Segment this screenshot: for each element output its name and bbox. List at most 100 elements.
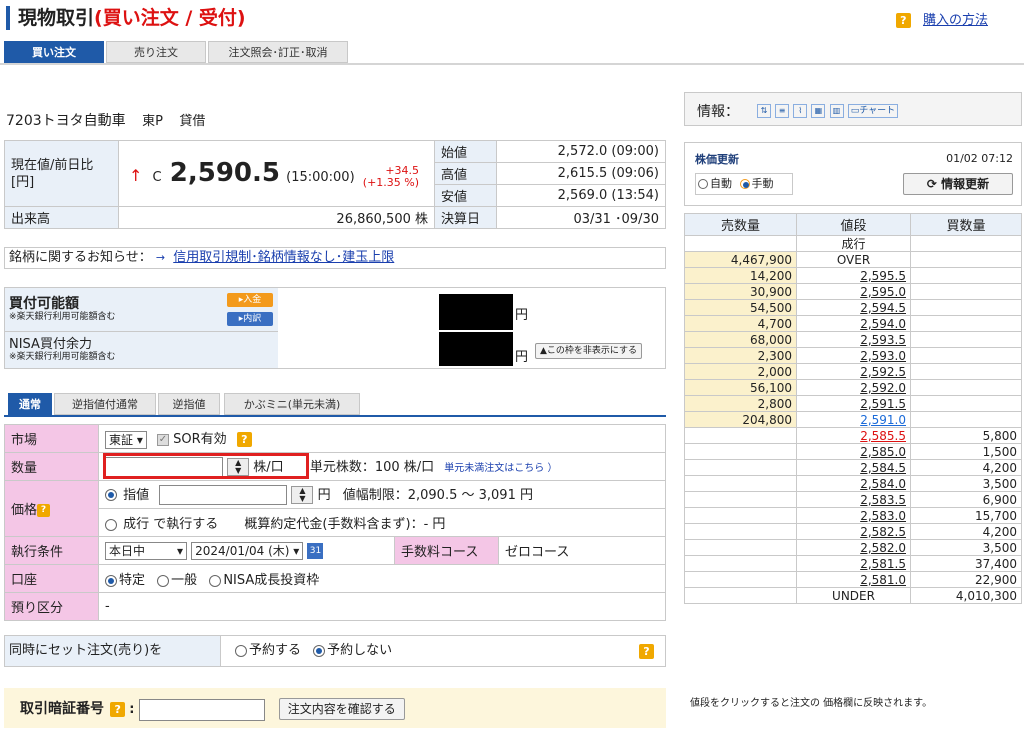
- price-link[interactable]: 2,585.5: [860, 429, 906, 443]
- account-specific-radio[interactable]: [105, 574, 117, 587]
- sell-qty-cell: 54,500: [684, 299, 797, 316]
- odd-lot-link[interactable]: 単元未満注文はこちら ）: [444, 463, 557, 474]
- price-cell[interactable]: 2,592.0: [796, 379, 911, 396]
- price-cell[interactable]: 2,581.5: [796, 555, 911, 572]
- tab-buy-order[interactable]: 買い注文: [4, 41, 104, 63]
- page-title: 現物取引(買い注文 / 受付): [6, 6, 246, 30]
- tab-sell-order[interactable]: 売り注文: [106, 41, 206, 63]
- tab-stop-with-normal[interactable]: 逆指値付通常: [54, 393, 156, 415]
- price-cell[interactable]: 2,582.5: [796, 523, 911, 540]
- volume-value: 26,860,500 株: [118, 206, 435, 229]
- price-cell[interactable]: 2,595.5: [796, 267, 911, 284]
- sell-qty-cell: 14,200: [684, 267, 797, 284]
- help-icon[interactable]: ?: [639, 644, 654, 659]
- breakdown-button[interactable]: ▸内訳: [227, 312, 273, 326]
- price-cell[interactable]: 2,582.0: [796, 539, 911, 556]
- limit-label: 指値: [123, 487, 150, 503]
- market-order-radio[interactable]: [105, 518, 117, 531]
- price-cell[interactable]: 2,581.0: [796, 571, 911, 588]
- auto-radio[interactable]: [698, 179, 708, 189]
- price-link[interactable]: 2,593.0: [860, 349, 906, 363]
- price-link[interactable]: 2,595.0: [860, 285, 906, 299]
- sor-checkbox[interactable]: ✓: [157, 433, 169, 446]
- price-cell[interactable]: 2,584.5: [796, 459, 911, 476]
- price-stepper[interactable]: ▲ ▼: [291, 486, 314, 505]
- confirm-order-button[interactable]: 注文内容を確認する: [278, 698, 405, 720]
- reserve-radio[interactable]: [235, 644, 247, 657]
- price-cell[interactable]: 2,585.5: [796, 427, 911, 444]
- sell-qty-cell: [684, 539, 797, 556]
- price-link[interactable]: 2,592.0: [860, 381, 906, 395]
- tab-kabu-mini[interactable]: かぶミニ(単元未満): [224, 393, 360, 415]
- help-icon[interactable]: ?: [236, 432, 252, 448]
- price-cell[interactable]: 2,585.0: [796, 443, 911, 460]
- document-icon[interactable]: ≡: [775, 104, 790, 118]
- price-link[interactable]: 2,583.0: [860, 509, 906, 523]
- tab-stop-order[interactable]: 逆指値: [158, 393, 220, 415]
- help-icon[interactable]: ?: [37, 504, 51, 517]
- order-book-row: 68,000 2,593.5: [684, 331, 1022, 348]
- order-book-row: 4,700 2,594.0: [684, 315, 1022, 332]
- price-cell[interactable]: 2,593.0: [796, 347, 911, 364]
- howto-link-wrap[interactable]: ? 購入の方法: [895, 9, 988, 28]
- low-label: 安値: [434, 184, 497, 207]
- price-link[interactable]: 2,594.5: [860, 301, 906, 315]
- price-link[interactable]: 2,591.0: [860, 413, 906, 427]
- price-link[interactable]: 2,591.5: [860, 397, 906, 411]
- price-input[interactable]: [159, 485, 288, 506]
- tab-order-inquiry[interactable]: 注文照会･訂正･取消: [208, 41, 348, 63]
- price-cell[interactable]: 2,591.5: [796, 395, 911, 412]
- bar-chart-icon[interactable]: ▥: [829, 104, 844, 118]
- order-book-row: 2,000 2,592.5: [684, 363, 1022, 380]
- board-icon[interactable]: ▦: [811, 104, 826, 118]
- help-icon[interactable]: ?: [110, 702, 126, 717]
- price-link[interactable]: 2,584.0: [860, 477, 906, 491]
- price-link[interactable]: 2,582.5: [860, 525, 906, 539]
- order-book-row: 2,581.5 37,400: [684, 555, 1022, 572]
- price-link[interactable]: 2,584.5: [860, 461, 906, 475]
- stock-header: 7203トヨタ自動車 東P 貸借: [6, 110, 217, 130]
- deposit-button[interactable]: ▸入金: [227, 293, 273, 307]
- price-link[interactable]: 2,592.5: [860, 365, 906, 379]
- price-link[interactable]: 2,594.0: [860, 317, 906, 331]
- notice-link[interactable]: 信用取引規制･銘柄情報なし･建玉上限: [173, 250, 394, 265]
- price-link[interactable]: 2,585.0: [860, 445, 906, 459]
- exec-condition-select[interactable]: 本日中 ▾: [105, 541, 187, 560]
- buy-qty-cell: 1,500: [910, 443, 1022, 460]
- howto-link[interactable]: 購入の方法: [923, 13, 988, 28]
- pin-input[interactable]: [138, 698, 265, 721]
- price-link[interactable]: 2,593.5: [860, 333, 906, 347]
- buy-qty-cell: 15,700: [910, 507, 1022, 524]
- price-cell[interactable]: 2,592.5: [796, 363, 911, 380]
- sell-qty-cell: 56,100: [684, 379, 797, 396]
- hide-panel-button[interactable]: ▲この枠を非表示にする: [535, 343, 643, 359]
- price-cell[interactable]: 2,593.5: [796, 331, 911, 348]
- price-cell[interactable]: 2,584.0: [796, 475, 911, 492]
- limit-radio[interactable]: [105, 489, 117, 502]
- account-general-radio[interactable]: [157, 574, 170, 587]
- price-link[interactable]: 2,581.0: [860, 573, 906, 587]
- line-chart-icon[interactable]: ⌇: [793, 104, 808, 118]
- price-cell[interactable]: 2,583.0: [796, 507, 911, 524]
- no-reserve-radio[interactable]: [313, 644, 326, 657]
- account-nisa-radio[interactable]: [209, 574, 222, 587]
- manual-radio[interactable]: [739, 179, 750, 189]
- chart-link[interactable]: ▭チャート: [847, 104, 899, 118]
- price-link[interactable]: 2,595.5: [860, 269, 906, 283]
- pin-label: 取引暗証番号: [20, 701, 104, 717]
- tab-normal[interactable]: 通常: [8, 393, 52, 415]
- deposit-type-value: -: [98, 592, 666, 621]
- market-select[interactable]: 東証 ▾: [105, 430, 147, 449]
- price-link[interactable]: 2,583.5: [860, 493, 906, 507]
- price-cell[interactable]: 2,583.5: [796, 491, 911, 508]
- price-link[interactable]: 2,582.0: [860, 541, 906, 555]
- calendar-icon[interactable]: 31: [307, 542, 324, 559]
- price-cell[interactable]: 2,594.5: [796, 299, 911, 316]
- price-cell[interactable]: 2,595.0: [796, 283, 911, 300]
- price-link[interactable]: 2,581.5: [860, 557, 906, 571]
- sort-icon[interactable]: ⇅: [757, 104, 771, 118]
- price-cell[interactable]: 2,591.0: [796, 411, 911, 428]
- price-cell[interactable]: 2,594.0: [796, 315, 911, 332]
- refresh-button[interactable]: ⟳ 情報更新: [903, 173, 1013, 195]
- date-select[interactable]: 2024/01/04 (木) ▾: [191, 541, 304, 560]
